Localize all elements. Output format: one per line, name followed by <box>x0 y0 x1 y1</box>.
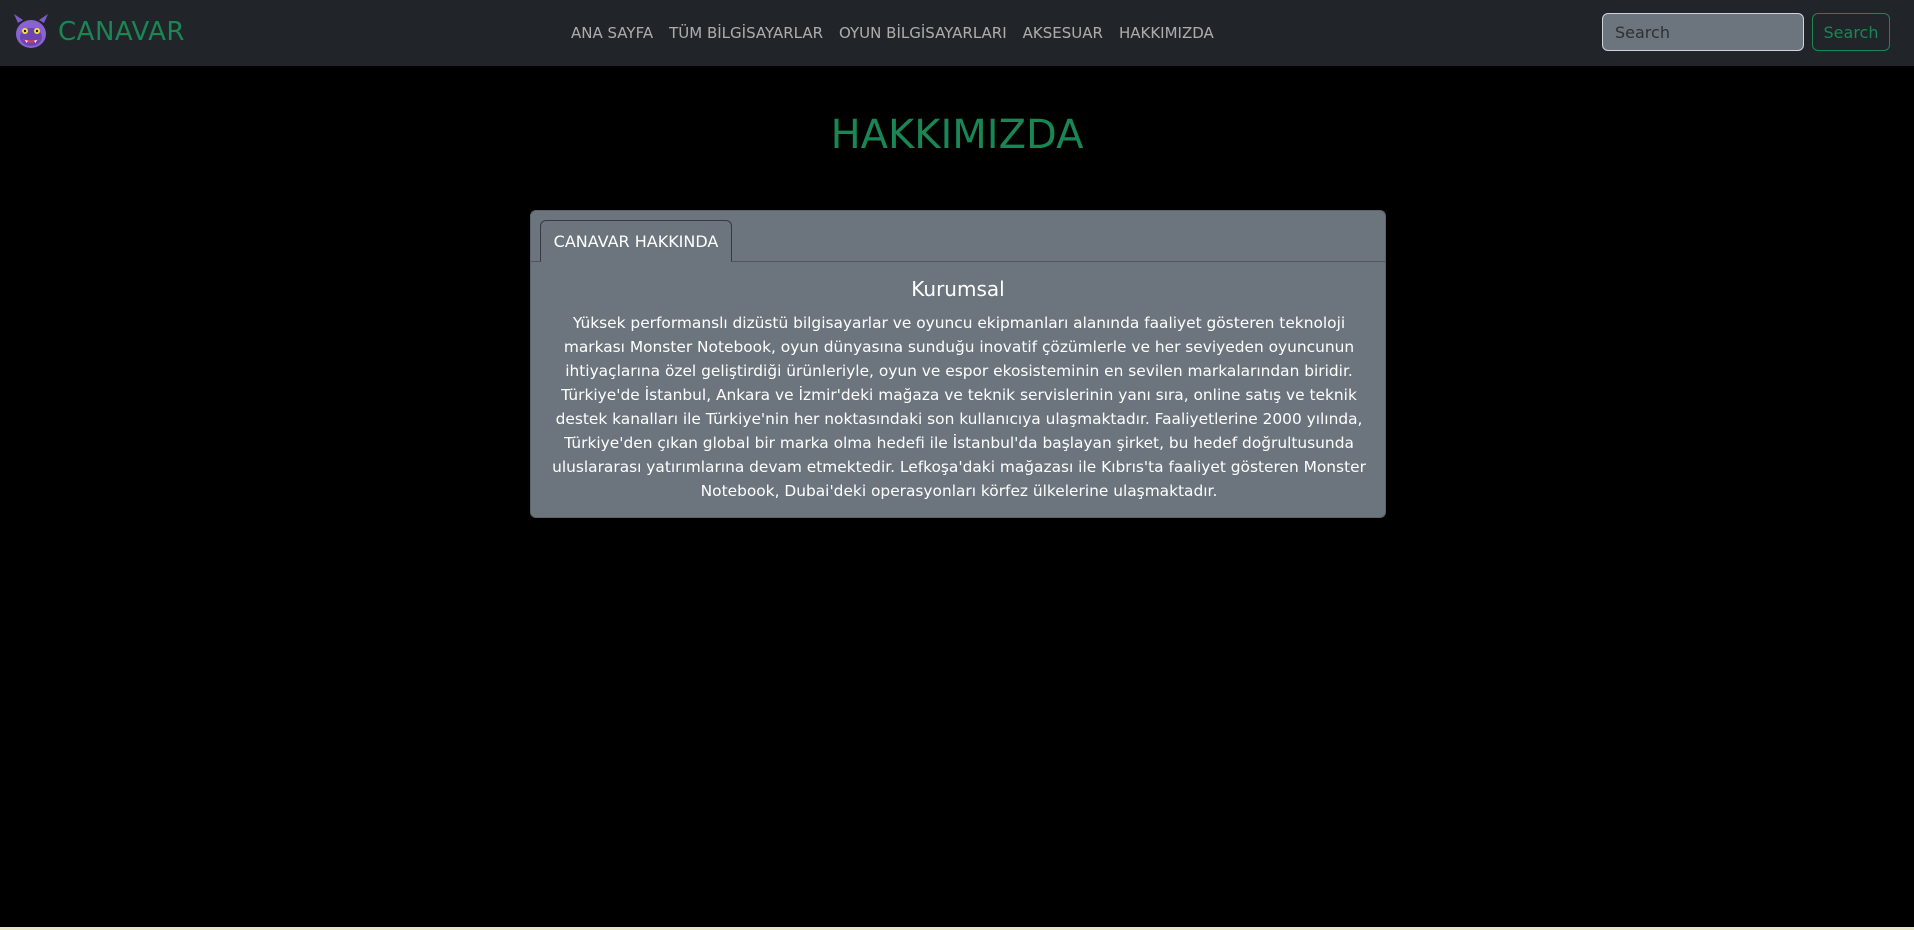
search-button[interactable]: Search <box>1812 13 1890 51</box>
main-nav: ANA SAYFA TÜM BİLGİSAYARLAR OYUN BİLGİSA… <box>571 20 1214 46</box>
card-text: Yüksek performanslı dizüstü bilgisayarla… <box>552 314 1366 500</box>
brand-name: CANAVAR <box>58 17 185 47</box>
about-card: CANAVAR HAKKINDA Kurumsal Yüksek perform… <box>530 210 1386 518</box>
nav-item-ana-sayfa[interactable]: ANA SAYFA <box>571 24 653 42</box>
nav-item-aksesuar[interactable]: AKSESUAR <box>1023 24 1103 42</box>
nav-item-tum-bilgisayarlar[interactable]: TÜM BİLGİSAYARLAR <box>669 24 823 42</box>
page-title: HAKKIMIZDA <box>830 112 1084 158</box>
nav-item-hakkimizda[interactable]: HAKKIMIZDA <box>1119 24 1214 42</box>
card-header: CANAVAR HAKKINDA <box>531 211 1385 262</box>
top-navbar: CANAVAR ANA SAYFA TÜM BİLGİSAYARLAR OYUN… <box>0 0 1914 66</box>
card-title: Kurumsal <box>911 277 1005 301</box>
search-input[interactable] <box>1602 13 1804 51</box>
tab-canavar-hakkinda[interactable]: CANAVAR HAKKINDA <box>540 220 732 262</box>
brand-link[interactable]: CANAVAR <box>10 10 185 54</box>
nav-item-oyun-bilgisayarlari[interactable]: OYUN BİLGİSAYARLARI <box>839 24 1007 42</box>
monster-logo-icon <box>14 14 48 48</box>
